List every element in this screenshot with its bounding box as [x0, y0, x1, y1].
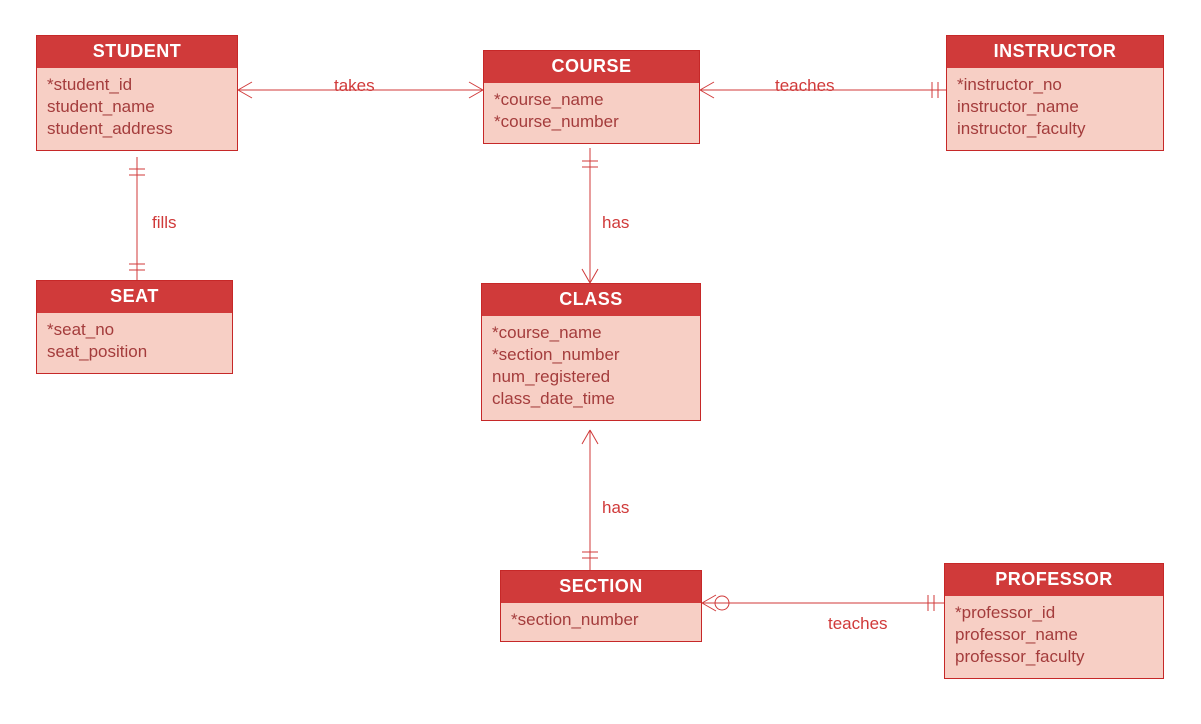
attr: class_date_time	[492, 388, 692, 410]
entity-instructor-title: INSTRUCTOR	[947, 36, 1163, 68]
attr: *professor_id	[955, 602, 1155, 624]
attr: *course_name	[492, 322, 692, 344]
rel-label-takes: takes	[334, 76, 375, 96]
entity-seat-title: SEAT	[37, 281, 232, 313]
rel-label-fills: fills	[152, 213, 177, 233]
entity-student: STUDENT *student_id student_name student…	[36, 35, 238, 151]
entity-course-attrs: *course_name *course_number	[484, 83, 699, 143]
entity-student-title: STUDENT	[37, 36, 237, 68]
entity-professor-title: PROFESSOR	[945, 564, 1163, 596]
entity-professor-attrs: *professor_id professor_name professor_f…	[945, 596, 1163, 678]
entity-instructor: INSTRUCTOR *instructor_no instructor_nam…	[946, 35, 1164, 151]
rel-label-teaches-top: teaches	[775, 76, 835, 96]
entity-section-attrs: *section_number	[501, 603, 701, 641]
entity-section: SECTION *section_number	[500, 570, 702, 642]
entity-instructor-attrs: *instructor_no instructor_name instructo…	[947, 68, 1163, 150]
entity-seat-attrs: *seat_no seat_position	[37, 313, 232, 373]
attr: *course_name	[494, 89, 691, 111]
attr: professor_name	[955, 624, 1155, 646]
entity-section-title: SECTION	[501, 571, 701, 603]
attr: instructor_name	[957, 96, 1155, 118]
entity-student-attrs: *student_id student_name student_address	[37, 68, 237, 150]
attr: *course_number	[494, 111, 691, 133]
attr: professor_faculty	[955, 646, 1155, 668]
attr: student_address	[47, 118, 229, 140]
attr: instructor_faculty	[957, 118, 1155, 140]
entity-class-attrs: *course_name *section_number num_registe…	[482, 316, 700, 420]
attr: *section_number	[492, 344, 692, 366]
attr: *instructor_no	[957, 74, 1155, 96]
rel-label-has-bottom: has	[602, 498, 629, 518]
attr: *student_id	[47, 74, 229, 96]
entity-class: CLASS *course_name *section_number num_r…	[481, 283, 701, 421]
entity-seat: SEAT *seat_no seat_position	[36, 280, 233, 374]
rel-label-has-top: has	[602, 213, 629, 233]
entity-class-title: CLASS	[482, 284, 700, 316]
entity-professor: PROFESSOR *professor_id professor_name p…	[944, 563, 1164, 679]
attr: seat_position	[47, 341, 224, 363]
entity-course: COURSE *course_name *course_number	[483, 50, 700, 144]
attr: *section_number	[511, 609, 693, 631]
rel-label-teaches-bottom: teaches	[828, 614, 888, 634]
attr: num_registered	[492, 366, 692, 388]
attr: *seat_no	[47, 319, 224, 341]
attr: student_name	[47, 96, 229, 118]
entity-course-title: COURSE	[484, 51, 699, 83]
